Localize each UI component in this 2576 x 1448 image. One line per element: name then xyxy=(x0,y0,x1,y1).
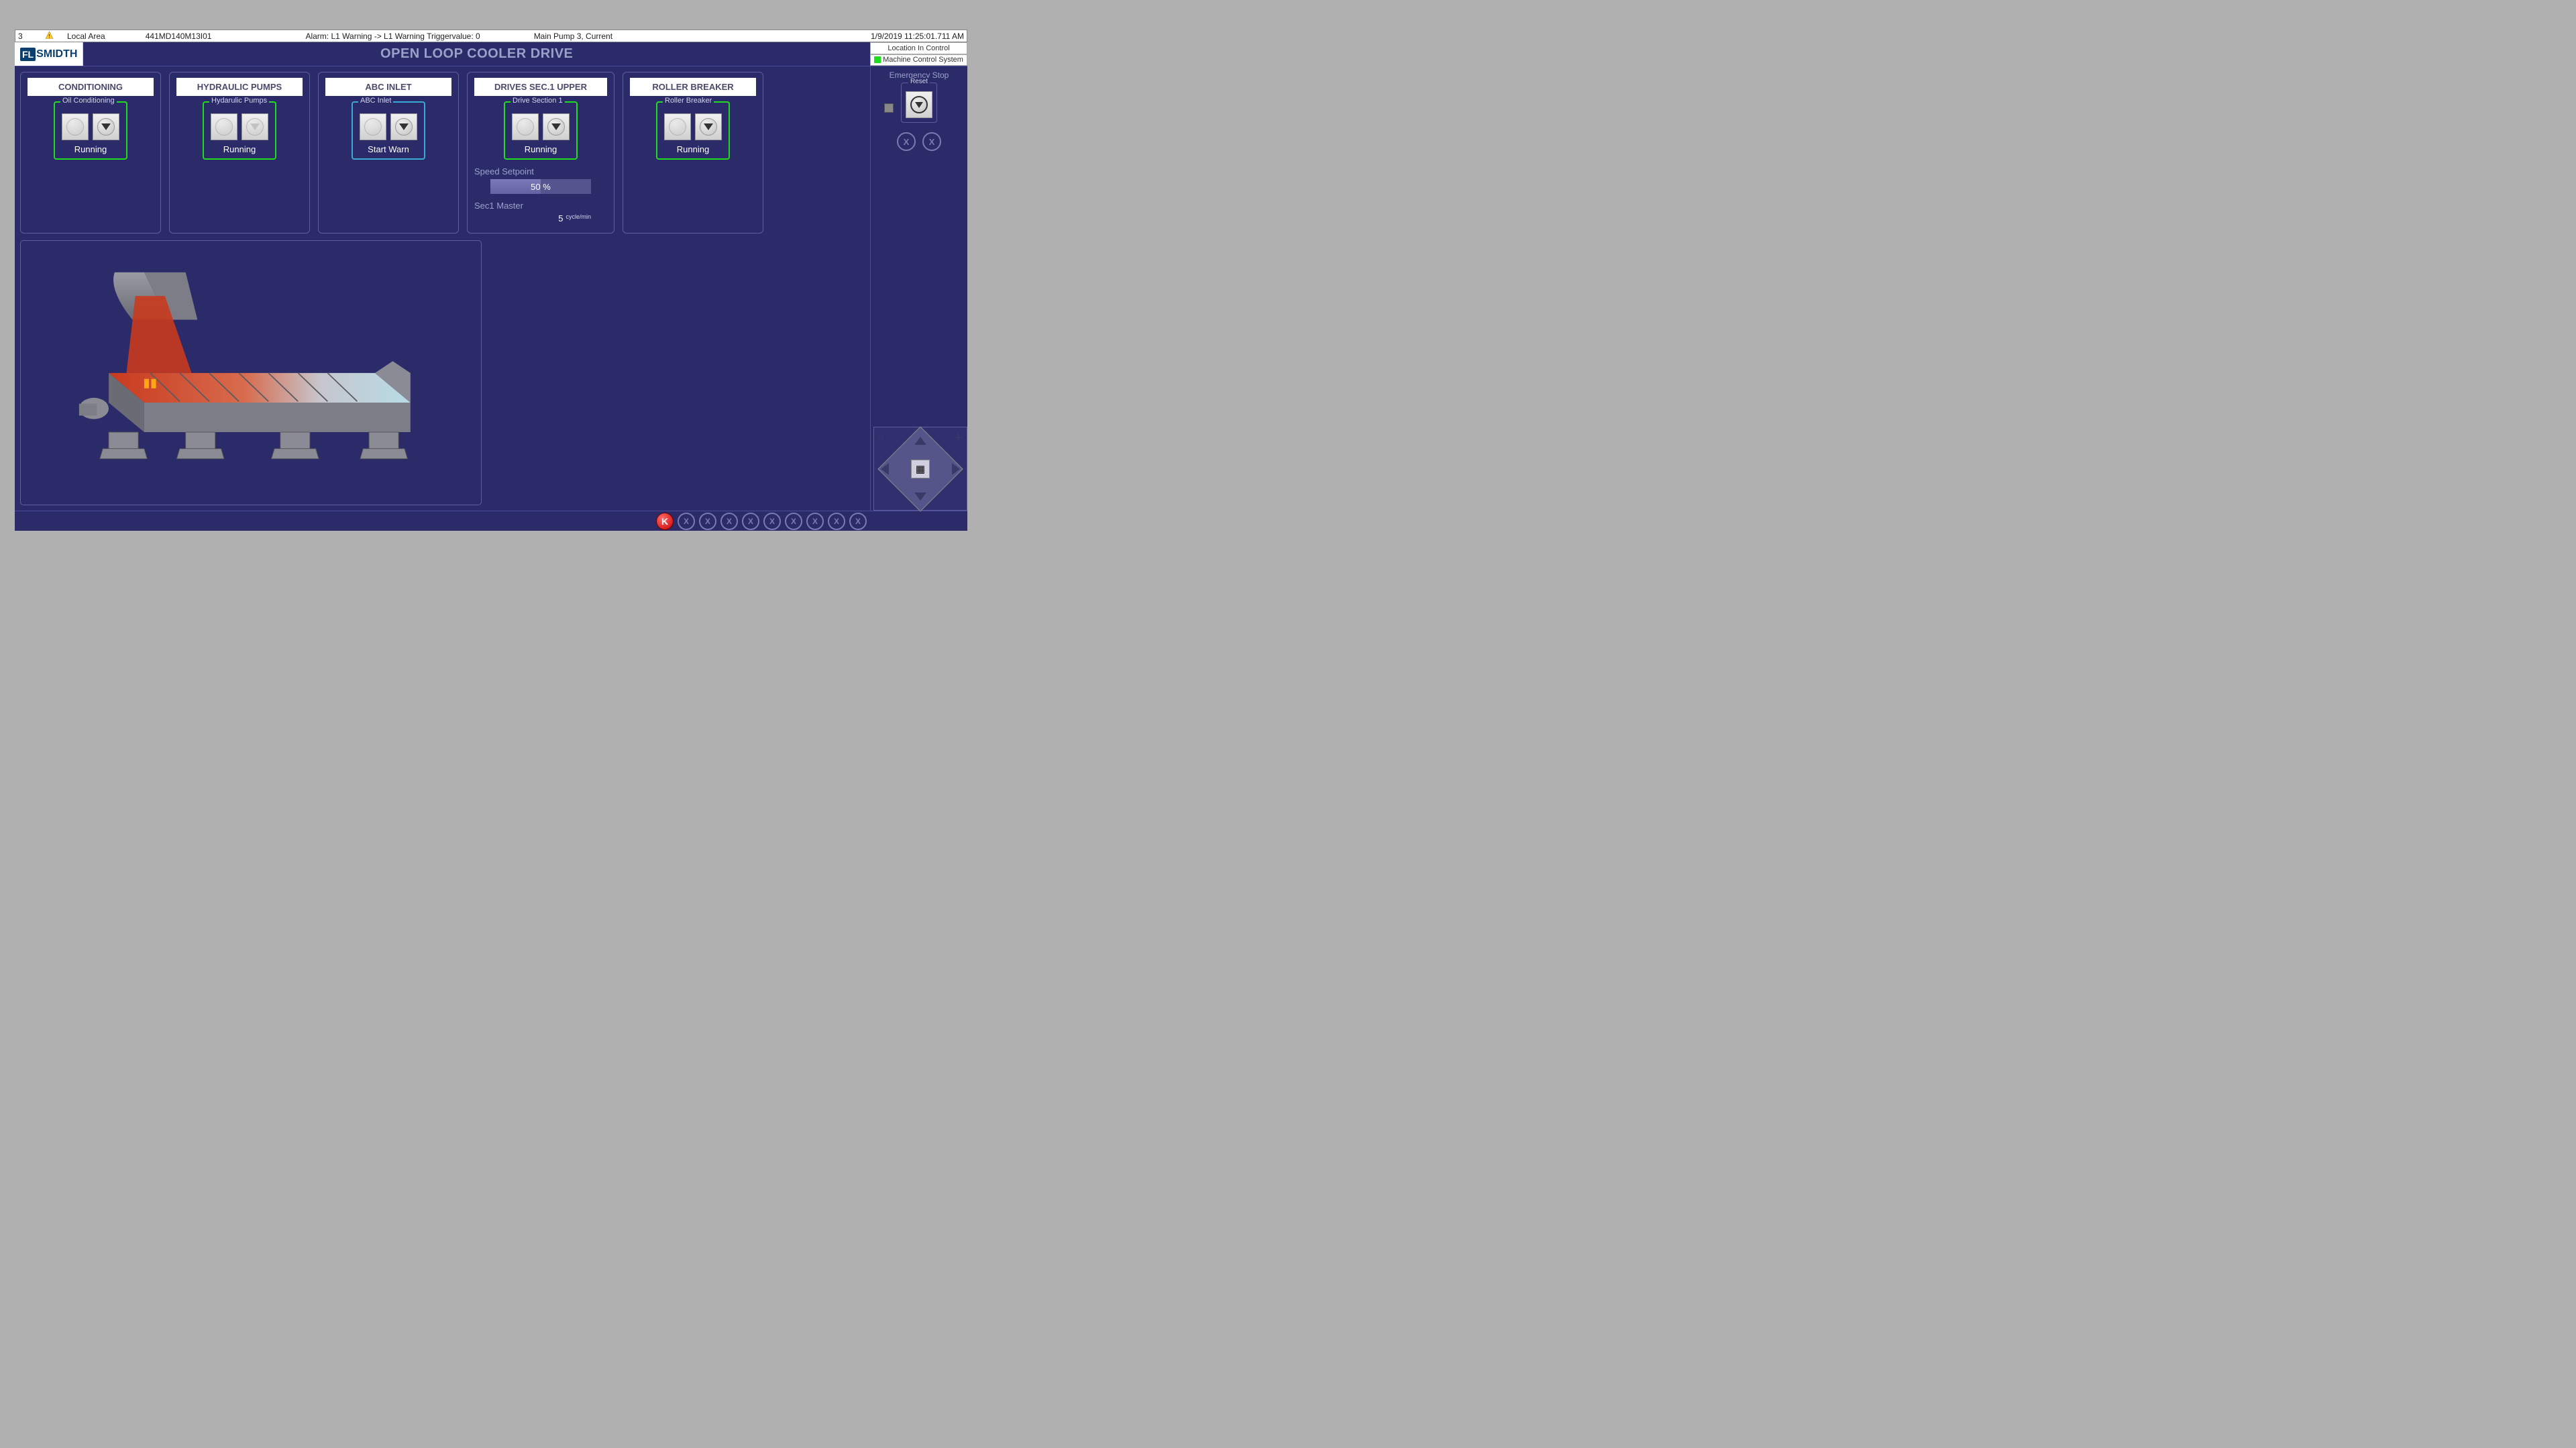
logo: FL SMIDTH xyxy=(15,42,83,66)
abc-inlet-status: Start Warn xyxy=(368,144,409,154)
header: FL SMIDTH OPEN LOOP COOLER DRIVE Locatio… xyxy=(15,42,967,66)
alarm-count: 3 xyxy=(18,32,32,41)
hydraulic-start-button[interactable] xyxy=(211,113,237,140)
roller-start-button[interactable] xyxy=(664,113,691,140)
hydraulic-pumps-card: HYDRAULIC PUMPS Hydarulic Pumps Running xyxy=(169,72,310,234)
alarm-bar[interactable]: 3 Local Area 441MD140M13I01 Alarm: L1 Wa… xyxy=(15,30,967,42)
arrow-down-icon xyxy=(551,123,561,130)
roller-breaker-group: Roller Breaker Running xyxy=(656,101,730,160)
conditioning-legend: Oil Conditioning xyxy=(60,97,117,105)
plus-icon[interactable]: ＋ xyxy=(953,430,963,444)
roller-breaker-status: Running xyxy=(677,144,709,154)
navigation-pad: ⌂ ＋ ▦ xyxy=(873,427,967,511)
drives-sec1-group: Drive Section 1 Running xyxy=(504,101,578,160)
app-window: 3 Local Area 441MD140M13I01 Alarm: L1 Wa… xyxy=(15,30,967,531)
bottom-x-button-9[interactable]: X xyxy=(849,513,867,530)
alarm-area: Local Area xyxy=(67,32,105,41)
main-panel: CONDITIONING Oil Conditioning Running HY… xyxy=(15,66,870,511)
right-panel: Emergency Stop Reset X X ⌂ ＋ xyxy=(870,66,967,511)
bottom-x-button-4[interactable]: X xyxy=(742,513,759,530)
roller-breaker-title: ROLLER BREAKER xyxy=(630,78,756,96)
location-in-control: Location In Control xyxy=(870,42,967,54)
conditioning-status: Running xyxy=(74,144,107,154)
title-area: OPEN LOOP COOLER DRIVE xyxy=(83,42,870,66)
grid-icon: ▦ xyxy=(916,463,925,475)
conditioning-start-button[interactable] xyxy=(62,113,89,140)
roller-stop-button[interactable] xyxy=(695,113,722,140)
abc-inlet-legend: ABC Inlet xyxy=(358,97,393,105)
sec1-master-unit: cycle/min xyxy=(566,213,591,223)
hydraulic-pumps-status: Running xyxy=(223,144,256,154)
arrow-down-icon xyxy=(399,123,409,130)
bottom-x-button-2[interactable]: X xyxy=(699,513,716,530)
nav-up-button[interactable] xyxy=(914,437,926,445)
sec1-master-value: 5 xyxy=(558,213,563,223)
emergency-stop-reset-button[interactable] xyxy=(906,91,932,118)
hydraulic-stop-button[interactable] xyxy=(241,113,268,140)
alarm-timestamp: 1/9/2019 11:25:01.711 AM xyxy=(871,32,964,41)
sec1-master-value-row: 5 cycle/min xyxy=(490,213,591,223)
arrow-down-icon xyxy=(704,123,713,130)
abc-inlet-card: ABC INLET ABC Inlet Start Warn xyxy=(318,72,459,234)
arrow-down-icon xyxy=(250,123,260,130)
bottom-x-button-6[interactable]: X xyxy=(785,513,802,530)
emergency-stop-group: Reset xyxy=(901,83,937,123)
reset-icon xyxy=(915,102,923,108)
right-x-button-1[interactable]: X xyxy=(897,132,916,151)
cooler-diagram xyxy=(20,240,482,505)
nav-center-button[interactable]: ▦ xyxy=(911,460,930,478)
cooler-machine-icon xyxy=(44,254,458,492)
bottom-bar: K X X X X X X X X X xyxy=(15,511,967,531)
drives-sec1-title: DRIVES SEC.1 UPPER xyxy=(474,78,607,96)
conditioning-title: CONDITIONING xyxy=(28,78,154,96)
alarm-tag: 441MD140M13I01 xyxy=(146,32,212,41)
bottom-x-button-5[interactable]: X xyxy=(763,513,781,530)
abc-inlet-start-button[interactable] xyxy=(360,113,386,140)
home-icon[interactable]: ⌂ xyxy=(877,430,883,442)
logo-prefix: FL xyxy=(20,48,36,61)
warning-icon xyxy=(45,31,54,42)
bottom-x-button-8[interactable]: X xyxy=(828,513,845,530)
machine-control-system: Machine Control System xyxy=(870,54,967,66)
conditioning-stop-button[interactable] xyxy=(93,113,119,140)
abc-inlet-title: ABC INLET xyxy=(325,78,451,96)
speed-setpoint-label: Speed Setpoint xyxy=(474,166,607,176)
abc-inlet-stop-button[interactable] xyxy=(390,113,417,140)
drives-sec1-legend: Drive Section 1 xyxy=(511,97,565,105)
arrow-down-icon xyxy=(101,123,111,130)
sections-row: CONDITIONING Oil Conditioning Running HY… xyxy=(20,72,865,234)
control-status: Location In Control Machine Control Syst… xyxy=(870,42,967,66)
bottom-x-button-7[interactable]: X xyxy=(806,513,824,530)
conditioning-card: CONDITIONING Oil Conditioning Running xyxy=(20,72,161,234)
conditioning-group: Oil Conditioning Running xyxy=(54,101,127,160)
logo-suffix: SMIDTH xyxy=(36,48,77,60)
roller-breaker-card: ROLLER BREAKER Roller Breaker Running xyxy=(623,72,763,234)
alarm-source: Main Pump 3, Current xyxy=(534,32,612,41)
drives-stop-button[interactable] xyxy=(543,113,570,140)
speed-setpoint-value: 50 % xyxy=(531,182,551,192)
reset-legend: Reset xyxy=(908,78,930,85)
nav-right-button[interactable] xyxy=(952,463,960,475)
alarm-text: Alarm: L1 Warning -> L1 Warning Triggerv… xyxy=(305,32,480,41)
drives-start-button[interactable] xyxy=(512,113,539,140)
nav-left-button[interactable] xyxy=(881,463,889,475)
speed-setpoint-bar[interactable]: 50 % xyxy=(490,179,591,194)
roller-breaker-legend: Roller Breaker xyxy=(663,97,714,105)
drives-sec1-card: DRIVES SEC.1 UPPER Drive Section 1 Runni… xyxy=(467,72,614,234)
right-x-button-2[interactable]: X xyxy=(922,132,941,151)
bottom-x-button-3[interactable]: X xyxy=(720,513,738,530)
sec1-master-label: Sec1 Master xyxy=(474,201,607,211)
bottom-x-button-1[interactable]: X xyxy=(678,513,695,530)
drives-sec1-status: Running xyxy=(525,144,557,154)
abc-inlet-group: ABC Inlet Start Warn xyxy=(352,101,425,160)
k-button[interactable]: K xyxy=(656,513,674,530)
hydraulic-pumps-legend: Hydarulic Pumps xyxy=(209,97,269,105)
hydraulic-pumps-title: HYDRAULIC PUMPS xyxy=(176,78,303,96)
content: CONDITIONING Oil Conditioning Running HY… xyxy=(15,66,967,511)
estop-indicator xyxy=(884,103,894,113)
nav-down-button[interactable] xyxy=(914,493,926,501)
hydraulic-pumps-group: Hydarulic Pumps Running xyxy=(203,101,276,160)
page-title: OPEN LOOP COOLER DRIVE xyxy=(380,46,573,62)
